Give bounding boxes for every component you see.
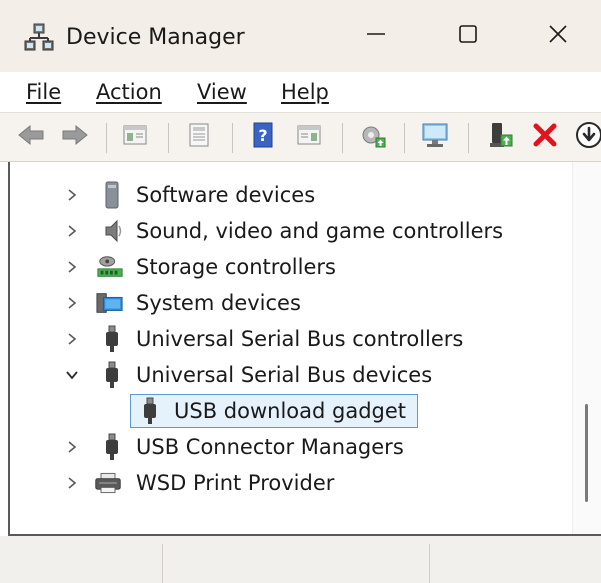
enable-device-button[interactable]	[486, 122, 516, 152]
tree-item-usb-controllers[interactable]: Universal Serial Bus controllers	[10, 321, 570, 357]
system-devices-icon	[96, 289, 124, 317]
maximize-button[interactable]	[438, 12, 498, 60]
menu-view-label: View	[197, 80, 247, 104]
chevron-right-icon[interactable]	[62, 293, 82, 313]
chevron-right-icon[interactable]	[62, 473, 82, 493]
close-icon	[547, 23, 569, 49]
usb-plug-icon	[98, 361, 126, 389]
toolbar-separator	[468, 123, 469, 153]
toolbar: ?	[0, 112, 601, 162]
forward-arrow-icon	[61, 123, 89, 151]
status-pane	[0, 544, 162, 583]
menu-action[interactable]: Action	[96, 78, 162, 106]
show-hide-console-tree-icon	[122, 123, 148, 151]
title-bar[interactable]: Device Manager	[0, 0, 601, 72]
menu-action-label: Action	[96, 80, 162, 104]
tree-item-label: Storage controllers	[136, 255, 336, 279]
tree-item-sound-video-game[interactable]: Sound, video and game controllers	[10, 213, 570, 249]
chevron-right-icon[interactable]	[62, 329, 82, 349]
usb-plug-icon	[98, 325, 126, 353]
usb-plug-icon	[136, 397, 164, 425]
download-icon	[574, 120, 601, 154]
tree-item-wsd-print-provider[interactable]: WSD Print Provider	[10, 465, 570, 501]
uninstall-device-icon	[532, 122, 558, 152]
speaker-icon	[98, 217, 126, 245]
tree-item-software-devices[interactable]: Software devices	[10, 177, 570, 213]
device-tree[interactable]: Software devices Sound, video and game c…	[8, 162, 601, 536]
tree-item-system-devices[interactable]: System devices	[10, 285, 570, 321]
tree-item-label: Software devices	[136, 183, 316, 207]
scan-hardware-button[interactable]	[420, 122, 450, 152]
close-button[interactable]	[528, 12, 588, 60]
tree-item-label: System devices	[136, 291, 301, 315]
status-pane	[430, 544, 601, 583]
scan-hardware-icon	[420, 121, 450, 153]
properties-icon	[186, 122, 212, 152]
back-arrow-icon	[17, 123, 45, 151]
tree-item-label: Universal Serial Bus devices	[136, 363, 433, 387]
usb-plug-icon	[98, 433, 126, 461]
chevron-down-icon[interactable]	[62, 365, 82, 385]
device-manager-window: Device Manager File Action View Help ? S…	[0, 0, 601, 583]
menu-file[interactable]: File	[26, 78, 61, 106]
menu-bar: File Action View Help	[0, 72, 601, 112]
toolbar-separator	[232, 123, 233, 153]
chevron-right-icon[interactable]	[62, 221, 82, 241]
menu-help-label: Help	[281, 80, 329, 104]
svg-text:?: ?	[258, 126, 267, 145]
tree-item-label: USB Connector Managers	[136, 435, 404, 459]
status-pane	[163, 544, 429, 583]
chevron-right-icon[interactable]	[62, 257, 82, 277]
toolbar-separator	[168, 123, 169, 153]
update-driver-button[interactable]	[358, 122, 388, 152]
properties-button[interactable]	[184, 122, 214, 152]
tree-item-usb-devices[interactable]: Universal Serial Bus devices	[10, 357, 570, 393]
toolbar-separator	[342, 123, 343, 153]
back-button[interactable]	[16, 122, 46, 152]
maximize-icon	[457, 23, 479, 49]
chevron-right-icon[interactable]	[62, 437, 82, 457]
show-hide-tree-button[interactable]	[120, 122, 150, 152]
device-manager-icon	[24, 22, 54, 52]
help-button[interactable]: ?	[248, 122, 278, 152]
software-device-icon	[98, 181, 126, 209]
toolbar-separator	[404, 123, 405, 153]
menu-help[interactable]: Help	[281, 78, 329, 106]
chevron-right-icon[interactable]	[62, 185, 82, 205]
toolbar-separator	[106, 123, 107, 153]
action-pane-icon	[296, 123, 322, 151]
tree-item-label: Sound, video and game controllers	[136, 219, 504, 243]
enable-device-icon	[488, 121, 514, 153]
storage-controller-icon	[96, 253, 124, 281]
help-icon: ?	[251, 122, 275, 152]
minimize-icon	[365, 23, 387, 49]
action-pane-button[interactable]	[294, 122, 324, 152]
minimize-button[interactable]	[346, 12, 406, 60]
status-bar	[0, 536, 601, 583]
download-button[interactable]	[574, 122, 601, 152]
tree-item-label: Universal Serial Bus controllers	[136, 327, 464, 351]
menu-view[interactable]: View	[197, 78, 247, 106]
vertical-scrollbar[interactable]	[572, 162, 601, 534]
printer-icon	[94, 469, 122, 497]
tree-item-usb-connector-managers[interactable]: USB Connector Managers	[10, 429, 570, 465]
forward-button[interactable]	[60, 122, 90, 152]
update-driver-icon	[359, 121, 387, 153]
tree-item-usb-download-gadget[interactable]: USB download gadget	[10, 393, 570, 429]
window-title: Device Manager	[66, 25, 245, 50]
tree-item-label: USB download gadget	[174, 399, 407, 423]
scrollbar-thumb[interactable]	[585, 404, 588, 502]
menu-file-label: File	[26, 80, 62, 104]
tree-item-storage-controllers[interactable]: Storage controllers	[10, 249, 570, 285]
tree-item-label: WSD Print Provider	[136, 471, 335, 495]
uninstall-device-button[interactable]	[530, 122, 560, 152]
